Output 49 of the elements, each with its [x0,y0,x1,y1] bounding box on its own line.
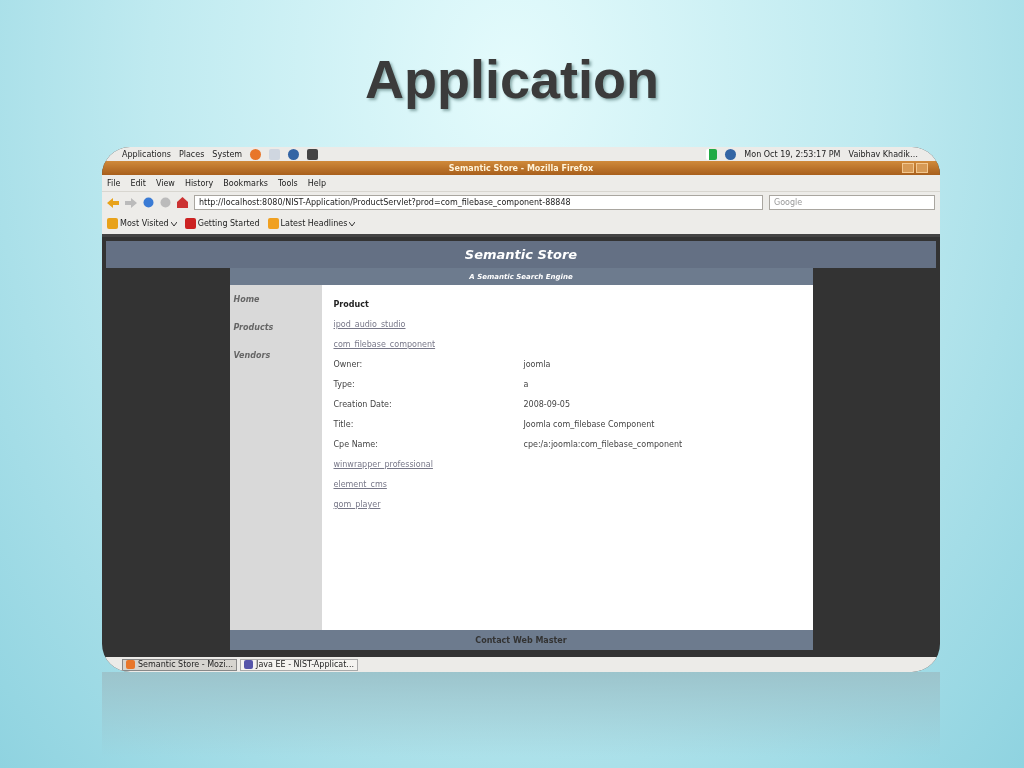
field-label: Type: [333,380,356,389]
taskbar-button[interactable]: Java EE - NIST-Applicat... [240,658,358,671]
menu-item[interactable]: Bookmarks [223,178,269,188]
section-heading: Product [333,300,370,309]
menu-item[interactable]: View [155,178,175,188]
menu-item[interactable]: Tools [278,178,298,188]
panel-menu[interactable]: System [212,149,243,159]
product-link[interactable]: com_filebase_component [333,340,436,349]
field-value: cpe:/a:joomla:com_filebase_component [523,440,683,449]
bookmark-label: Getting Started [197,219,260,228]
slide-title: Application [364,48,660,111]
menu-item[interactable]: Help [307,178,326,188]
bookmark-label: Most Visited [120,219,169,228]
window-controls[interactable] [902,163,928,173]
home-icon[interactable] [177,197,188,208]
nav-link[interactable]: Products [233,323,318,332]
terminal-icon[interactable] [307,148,319,160]
user-name: Vaibhav Khadik… [848,149,918,159]
field-label: Cpe Name: [333,440,379,449]
url-field[interactable]: http://localhost:8080/NIST-Application/ProductServlet?prod=com_filebase_component-88848 [194,195,763,210]
field-label: Creation Date: [333,400,393,409]
field-value: joomla [523,360,551,369]
field-value: a [523,380,529,389]
site-title: Semantic Store [106,241,936,268]
menu-item[interactable]: File [107,178,121,188]
field-value: Joomla com_filebase Component [523,420,655,429]
product-link[interactable]: gom_player [333,500,381,509]
taskbar-button[interactable]: Semantic Store - Mozi... [122,658,238,671]
panel-menu[interactable]: Applications [122,149,171,159]
bookmark-item[interactable]: Getting Started [184,218,260,229]
bookmark-label: Latest Headlines [280,219,348,228]
menu-item[interactable]: History [184,178,214,188]
panel-menu[interactable]: Places [178,149,205,159]
clock: Mon Oct 19, 2:53:17 PM [744,149,841,159]
back-icon[interactable] [107,197,119,208]
product-link[interactable]: ipod_audio_studio [333,320,406,329]
menu-item[interactable]: Edit [130,178,146,188]
field-label: Owner: [333,360,364,369]
caret-icon[interactable] [349,221,356,226]
nav-link[interactable]: Home [233,295,318,304]
product-link[interactable]: element_cms [333,480,387,489]
bookmark-item[interactable]: Most Visited [107,218,177,229]
bookmark-item[interactable]: Latest Headlines [267,218,356,229]
field-value: 2008-09-05 [523,400,570,409]
caret-icon[interactable] [170,221,177,226]
nav-link[interactable]: Vendors [233,351,318,360]
product-link[interactable]: winwrapper_professional [333,460,433,469]
field-label: Title: [333,420,355,429]
window-title: Semantic Store - Mozilla Firefox [448,163,594,173]
